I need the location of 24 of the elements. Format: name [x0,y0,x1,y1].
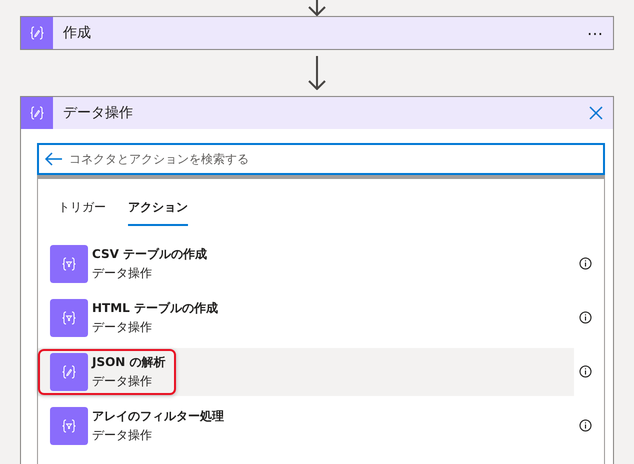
tab[interactable]: アクション [128,199,188,226]
close-icon[interactable] [589,106,603,120]
action-icon [50,353,88,391]
compose-card[interactable]: 作成 ⋯ [20,16,614,50]
arrow-down-icon [308,56,326,90]
more-button[interactable]: ⋯ [577,24,613,42]
arrow-down-icon [308,0,326,16]
search-field[interactable]: コネクタとアクションを検索する [37,143,605,175]
action-item[interactable]: JSON の解析 データ操作 [38,349,176,395]
action-item[interactable]: アレイのフィルター処理 データ操作 [38,403,234,449]
info-icon[interactable] [579,419,592,432]
action-icon [50,407,88,445]
info-icon[interactable] [579,257,592,270]
card-title: 作成 [63,24,92,42]
back-arrow-icon[interactable] [45,152,63,166]
action-icon [50,299,88,337]
action-item[interactable]: CSV テーブルの作成 データ操作 [38,241,218,287]
info-icon[interactable] [579,365,592,378]
action-icon [50,245,88,283]
panel-title: データ操作 [63,104,134,122]
action-item[interactable]: HTML テーブルの作成 データ操作 [38,295,228,341]
search-input[interactable]: コネクタとアクションを検索する [69,152,603,166]
info-icon[interactable] [579,311,592,324]
tab[interactable]: トリガー [58,199,106,226]
